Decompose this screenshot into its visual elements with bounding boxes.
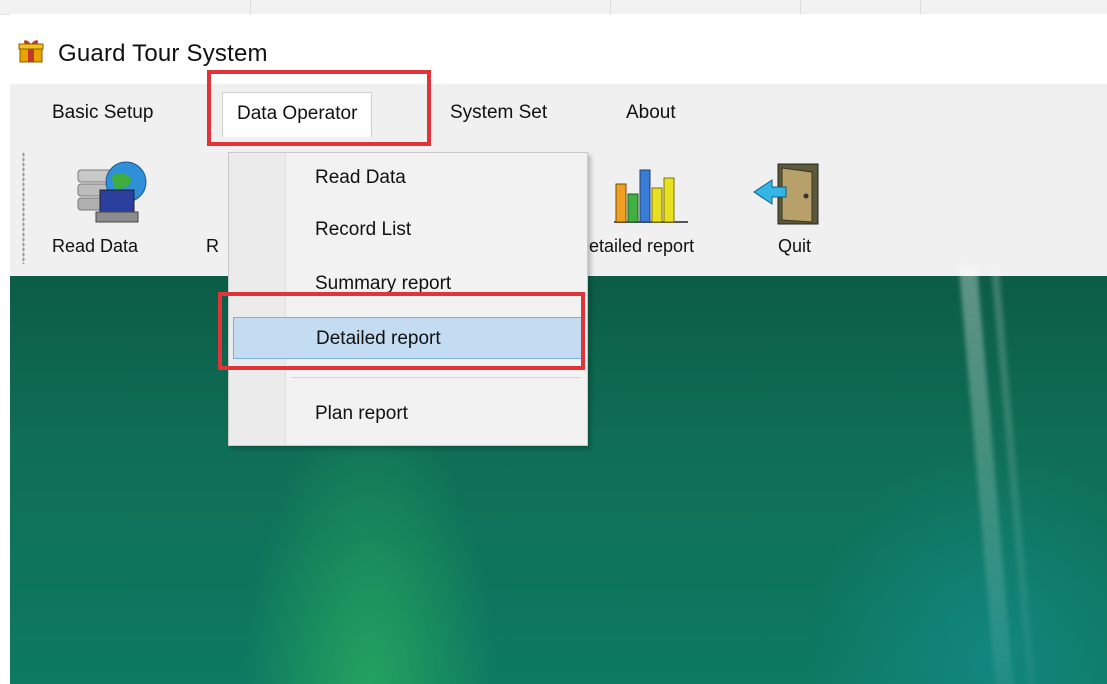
parent-window-strip [0,0,1107,15]
annotation-box-detailed-report [218,292,585,370]
menu-item-label: Read Data [315,167,406,188]
menu-item-label: Plan report [315,403,408,424]
light-streak [958,266,1016,684]
read-data-icon[interactable] [70,160,154,232]
menu-item-plan-report[interactable]: Plan report [233,395,583,431]
menu-separator [291,377,581,378]
bar-chart-icon[interactable] [608,160,692,232]
annotation-box-data-operator [207,70,431,146]
menu-about[interactable]: About [626,102,676,124]
partial-toolbar-label[interactable]: R [206,236,219,257]
menu-bar: Basic Setup Data Operator System Set Abo… [10,86,1107,144]
detailed-report-toolbar-label[interactable]: Detailed report [576,236,694,257]
title-bar: Guard Tour System [10,14,1107,84]
menu-item-record-list[interactable]: Record List [233,211,583,247]
menu-item-label: Record List [315,219,412,240]
window-title: Guard Tour System [58,40,268,67]
screen: Guard Tour System Basic Setup Data Opera… [0,0,1107,684]
toolbar-grip[interactable] [22,152,25,264]
gift-box-icon [18,40,44,63]
quit-toolbar-label[interactable]: Quit [778,236,811,257]
quit-door-icon[interactable] [750,160,834,232]
read-data-toolbar-label[interactable]: Read Data [52,236,138,257]
menu-basic-setup[interactable]: Basic Setup [52,102,153,124]
menu-item-read-data[interactable]: Read Data [233,159,583,195]
menu-system-set[interactable]: System Set [450,102,547,124]
